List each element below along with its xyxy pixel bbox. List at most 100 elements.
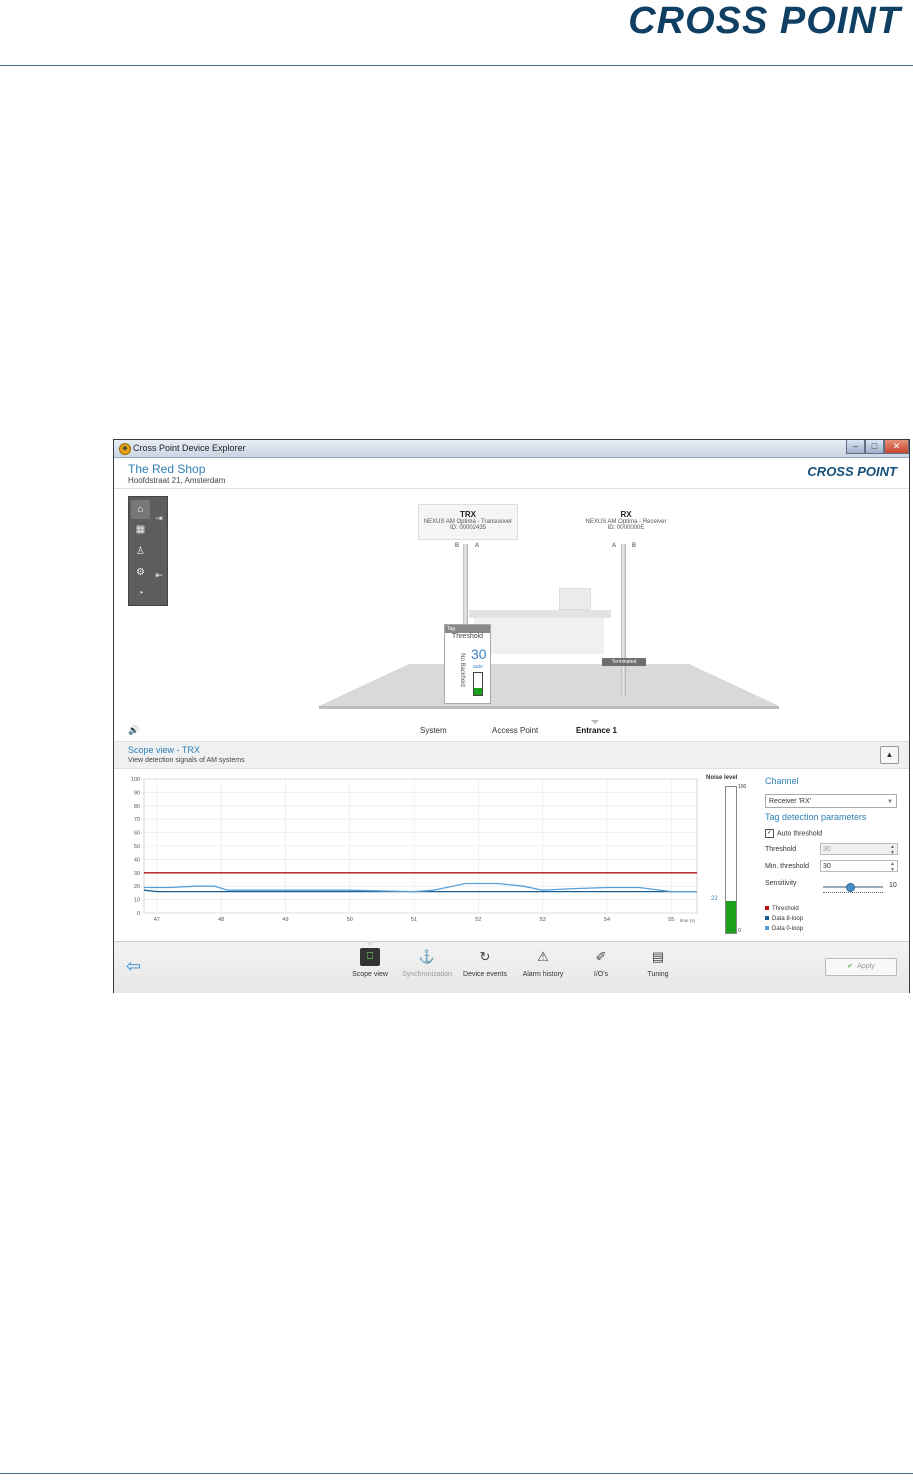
x-tick-label: 55 bbox=[668, 917, 674, 923]
legend-label: Data 8-loop bbox=[772, 916, 804, 922]
sensitivity-label: Sensitivity bbox=[765, 880, 797, 887]
legend-swatch bbox=[765, 906, 769, 911]
tool-label: I/O's bbox=[593, 971, 609, 978]
y-tick-label: 70 bbox=[134, 817, 140, 823]
noise-bar bbox=[725, 786, 737, 934]
tag-params-heading: Tag detection parameters bbox=[765, 812, 867, 822]
counter-body bbox=[474, 618, 604, 654]
legend-swatch bbox=[765, 926, 769, 931]
plug-icon: ✐ bbox=[595, 949, 607, 964]
tool-synchronization[interactable]: ⚓ Synchronization bbox=[399, 948, 455, 978]
import-icon[interactable]: ⇤ bbox=[153, 569, 165, 581]
noise-max-label: 100 bbox=[738, 784, 747, 790]
nav-entrance[interactable]: Entrance 1 bbox=[576, 726, 617, 735]
counter-top bbox=[469, 610, 611, 618]
speaker-icon[interactable]: 🔊 bbox=[128, 725, 139, 736]
checkmark-icon: ✔ bbox=[847, 963, 854, 970]
nav-system[interactable]: System bbox=[420, 726, 447, 735]
device-settings-icon[interactable]: ⚙ bbox=[131, 563, 150, 582]
rx-title: RX bbox=[620, 510, 632, 519]
tuning-icon: ▤ bbox=[651, 949, 665, 964]
x-tick-label: 47 bbox=[154, 917, 160, 923]
stepper-arrows-icon[interactable]: ▲ ▼ bbox=[890, 844, 895, 856]
tool-label: Synchronization bbox=[402, 971, 452, 978]
x-tick-label: 53 bbox=[540, 917, 546, 923]
backfield-label: No Backfield bbox=[458, 653, 465, 687]
min-threshold-stepper[interactable]: 30 ▲ ▼ bbox=[820, 860, 898, 873]
y-tick-label: 10 bbox=[134, 898, 140, 904]
tool-alarm-history[interactable]: ⚠ Alarm history bbox=[515, 948, 571, 978]
tool-tuning[interactable]: ▤ Tuning bbox=[630, 948, 686, 978]
warning-icon: ⚠ bbox=[537, 949, 549, 964]
y-tick-label: 50 bbox=[134, 844, 140, 850]
auto-threshold-checkbox[interactable]: ✓ bbox=[765, 829, 774, 838]
x-axis-label: time (s) bbox=[680, 918, 696, 923]
channel-select[interactable]: Receiver 'RX' ▼ bbox=[765, 794, 897, 808]
nav-access-point[interactable]: Access Point bbox=[492, 726, 538, 735]
window-title: Cross Point Device Explorer bbox=[133, 443, 246, 453]
camera-icon[interactable]: ◔ bbox=[131, 584, 150, 603]
title-bar: ◆ Cross Point Device Explorer – □ ✕ bbox=[114, 440, 909, 458]
app-icon: ◆ bbox=[119, 443, 131, 455]
anchor-icon: ⚓ bbox=[418, 949, 436, 964]
tag-panel-header: Tag bbox=[445, 625, 490, 633]
minimize-button[interactable]: – bbox=[846, 440, 865, 454]
sensitivity-slider-thumb[interactable] bbox=[846, 883, 855, 892]
noise-fill bbox=[726, 900, 736, 933]
trx-card[interactable]: TRX NEXUS AM Optima - Transceiver ID: 00… bbox=[418, 504, 518, 540]
header-rule bbox=[0, 65, 913, 66]
channel-heading: Channel bbox=[765, 776, 799, 786]
navigation-strip: 🔊 System Access Point Entrance 1 bbox=[114, 720, 909, 742]
shop-address: Hoofdstraat 21, Amsterdam bbox=[128, 476, 226, 485]
maximize-button[interactable]: □ bbox=[865, 440, 884, 454]
tag-level-fill bbox=[474, 688, 482, 695]
trx-antenna-a-label: A bbox=[475, 543, 480, 549]
noise-min-label: 0 bbox=[738, 928, 741, 934]
app-window: ◆ Cross Point Device Explorer – □ ✕ The … bbox=[113, 439, 910, 993]
scope-subtitle: View detection signals of AM systems bbox=[128, 757, 245, 764]
x-tick-label: 51 bbox=[411, 917, 417, 923]
scope-title: Scope view - TRX bbox=[128, 745, 200, 755]
rx-id: ID: 0000000E bbox=[607, 525, 645, 531]
stepper-arrows-icon[interactable]: ▲ ▼ bbox=[890, 861, 895, 873]
legend-threshold: Threshold bbox=[765, 906, 799, 912]
trx-antenna-b-label: B bbox=[455, 543, 460, 549]
trx-id: ID: 00002435 bbox=[449, 525, 487, 531]
export-icon[interactable]: ⇥ bbox=[153, 512, 165, 524]
app-header: The Red Shop Hoofdstraat 21, Amsterdam C… bbox=[114, 458, 909, 489]
auto-threshold-label: Auto threshold bbox=[777, 830, 823, 838]
rx-card[interactable]: RX NEXUS AM Optima - Receiver ID: 000000… bbox=[580, 504, 672, 540]
collapse-button[interactable]: ▲ bbox=[880, 746, 899, 764]
home-icon[interactable]: ⌂ bbox=[131, 500, 150, 519]
apply-label: Apply bbox=[857, 963, 875, 970]
scope-view-header: Scope view - TRX View detection signals … bbox=[114, 742, 909, 769]
close-button[interactable]: ✕ bbox=[884, 440, 909, 454]
tool-device-events[interactable]: ↻ Device events bbox=[457, 948, 513, 978]
bottom-toolbar: ⇦ ⎕ Scope view ⚓ Synchronization ↻ Devic… bbox=[114, 941, 909, 993]
noise-level-title: Noise level bbox=[706, 775, 738, 781]
rx-pillar[interactable] bbox=[621, 544, 626, 696]
tool-ios[interactable]: ✐ I/O's bbox=[573, 948, 629, 978]
devices-icon[interactable]: ▦ bbox=[131, 520, 150, 539]
min-threshold-stepper-value: 30 bbox=[823, 863, 831, 870]
y-tick-label: 0 bbox=[137, 911, 140, 917]
x-tick-label: 49 bbox=[282, 917, 288, 923]
terminated-badge: Terminated bbox=[602, 658, 646, 666]
threshold-stepper[interactable]: 30 ▲ ▼ bbox=[820, 843, 898, 856]
back-arrow-icon[interactable]: ⇦ bbox=[126, 956, 141, 977]
auto-threshold-row[interactable]: ✓ Auto threshold bbox=[765, 829, 822, 838]
y-tick-label: 20 bbox=[134, 884, 140, 890]
noise-value-label: 22 bbox=[711, 895, 718, 902]
tool-label: Tuning bbox=[647, 971, 669, 978]
sensitivity-slider[interactable] bbox=[823, 883, 883, 892]
device-events-icon: ↻ bbox=[479, 949, 491, 964]
tag-threshold-panel[interactable]: Tag Threshold No Backfield 30 auto bbox=[444, 624, 491, 704]
threshold-stepper-value: 30 bbox=[823, 846, 831, 853]
sensitivity-value: 10 bbox=[889, 882, 897, 889]
x-tick-label: 54 bbox=[604, 917, 610, 923]
user-icon[interactable]: ♙ bbox=[131, 542, 150, 561]
y-tick-label: 90 bbox=[134, 790, 140, 796]
monitor bbox=[559, 588, 591, 610]
apply-button[interactable]: ✔ Apply bbox=[825, 958, 897, 976]
tool-scope-view[interactable]: ⎕ Scope view bbox=[342, 948, 398, 978]
